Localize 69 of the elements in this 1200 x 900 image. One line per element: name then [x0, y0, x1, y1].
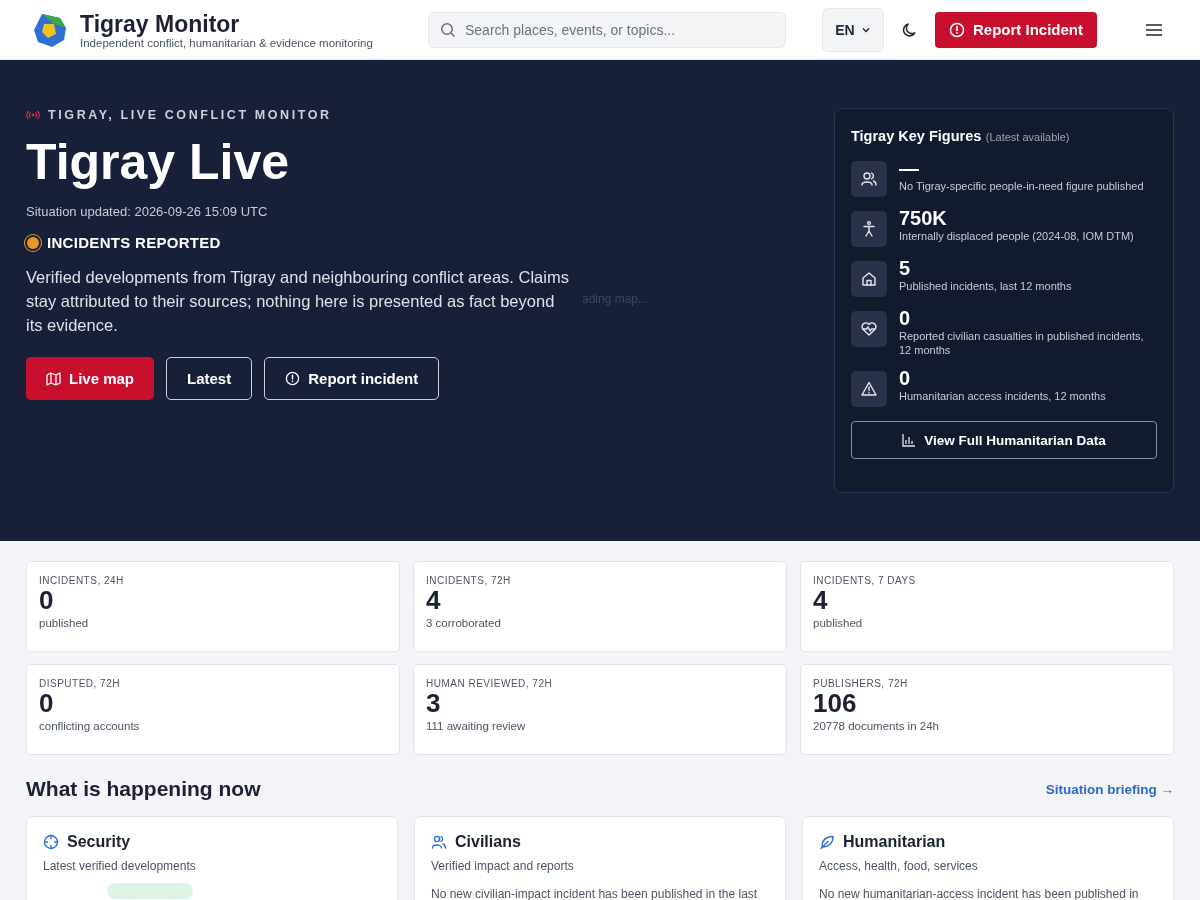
panel-title: Tigray Key Figures	[851, 128, 982, 144]
stat-note: 20778 documents in 24h	[813, 720, 940, 732]
figure-label: No Tigray-specific people-in-need figure published	[899, 179, 1144, 193]
card-subtitle: Verified impact and reports	[431, 859, 575, 873]
figure-value: 0	[899, 307, 912, 329]
card-text: No new humanitarian-access incident has been published in	[819, 887, 1140, 900]
figure-label: Published incidents, last 12 months	[899, 279, 1072, 293]
people-icon	[431, 834, 447, 850]
figure-label: Internally displaced people (2024-08, IOM DTM)	[899, 229, 1134, 243]
card-title: Humanitarian	[843, 833, 946, 851]
status-label: INCIDENTS REPORTED	[47, 234, 221, 251]
card-title: Security	[67, 833, 131, 851]
stat-value: 106	[813, 689, 857, 717]
stat-note: 111 awaiting review	[426, 720, 527, 732]
hero-description: Verified developments from Tigray and neighbouring conflict areas. Claims stay attributed to their sources; nothing here is presented as fact beyond its evidence.	[26, 267, 570, 336]
figure-value: 750K	[899, 207, 948, 229]
figure-label: Reported civilian casualties in published incidents, 12 months	[899, 329, 1145, 357]
stat-note: published	[39, 617, 90, 629]
card-text: No new civilian-impact incident has been published in the last	[431, 887, 759, 900]
card-title: Civilians	[455, 833, 521, 851]
eyebrow-label: TIGRAY, LIVE CONFLICT MONITOR	[48, 108, 332, 122]
stat-label: DISPUTED, 72H	[39, 678, 121, 689]
stat-label: HUMAN REVIEWED, 72H	[426, 678, 554, 689]
stat-label: INCIDENTS, 24H	[39, 575, 125, 586]
stat-label: INCIDENTS, 72H	[426, 575, 512, 586]
figure-value: 5	[899, 257, 912, 279]
hero-title: Tigray Live	[26, 134, 291, 190]
stat-note: conflicting accounts	[39, 720, 141, 732]
section-title: What is happening now	[26, 777, 261, 801]
panel-note: (Latest available)	[985, 131, 1070, 143]
menu-icon[interactable]	[1145, 22, 1163, 37]
brand-name: Tigray Monitor	[80, 10, 241, 37]
hero-button[interactable]: Latest	[166, 357, 253, 400]
bar-chart-icon	[902, 433, 917, 447]
update-time: Situation updated: 2026-09-26 15:09 UTC	[26, 204, 269, 219]
stat-label: INCIDENTS, 7 DAYS	[813, 575, 917, 586]
stat-note: published	[813, 617, 864, 629]
stat-value: 4	[813, 586, 828, 614]
view-data-button[interactable]: View Full Humanitarian Data	[851, 421, 1157, 459]
figure-value: —	[899, 157, 920, 179]
brand-tagline: Independent conflict, humanitarian & evidence monitoring	[80, 36, 373, 49]
stat-value: 4	[426, 586, 441, 614]
figure-label: Humanitarian access incidents, 12 months	[899, 389, 1106, 403]
report-incident-button[interactable]: Report Incident	[935, 11, 1097, 48]
language-selector[interactable]: EN	[822, 7, 884, 52]
stat-note: 3 corroborated	[426, 617, 502, 629]
leaf-icon	[819, 834, 835, 850]
home-icon	[851, 261, 887, 297]
card-subtitle: Latest verified developments	[43, 859, 197, 873]
map-icon	[46, 371, 61, 386]
broadcast-icon	[26, 110, 40, 120]
situation-briefing-link[interactable]: Situation briefing →	[1045, 781, 1174, 797]
stat-value: 0	[39, 689, 54, 717]
hero-button[interactable]: Report incident	[264, 357, 440, 400]
person-icon	[851, 211, 887, 247]
alert-icon	[949, 21, 965, 38]
logo-icon	[32, 11, 68, 48]
stat-value: 3	[426, 689, 442, 717]
live-map-button[interactable]: Live map	[26, 357, 155, 400]
stat-label: PUBLISHERS, 72H	[813, 678, 909, 689]
stat-value: 0	[39, 586, 54, 614]
search-icon	[440, 21, 456, 38]
figure-value: 0	[899, 367, 912, 389]
people-icon	[851, 161, 887, 197]
crosshair-icon	[43, 834, 59, 850]
search-field[interactable]: Search places, events, or topics...	[428, 11, 786, 48]
warning-icon	[851, 371, 887, 407]
alert-icon	[285, 371, 301, 386]
card-subtitle: Access, health, food, services	[819, 859, 979, 873]
